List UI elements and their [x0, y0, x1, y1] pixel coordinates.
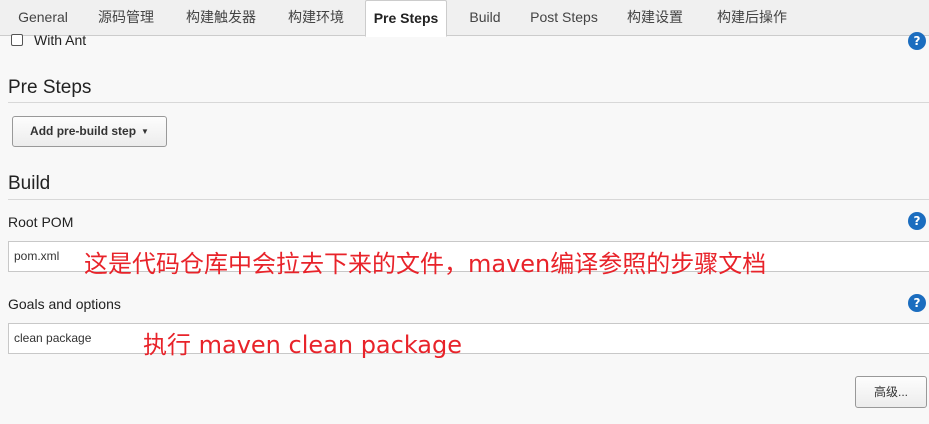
- root-pom-help-icon[interactable]: ?: [908, 212, 926, 230]
- tab-build-triggers[interactable]: 构建触发器: [172, 0, 270, 36]
- tab-pre-steps[interactable]: Pre Steps: [365, 0, 447, 37]
- advanced-button[interactable]: 高级...: [855, 376, 927, 408]
- tab-post-steps[interactable]: Post Steps: [522, 0, 606, 36]
- build-divider: [8, 199, 929, 200]
- pre-steps-heading: Pre Steps: [8, 77, 92, 98]
- add-pre-build-step-label: Add pre-build step: [30, 124, 137, 138]
- pre-steps-divider: [8, 102, 929, 103]
- build-heading: Build: [8, 173, 51, 194]
- goals-options-annotation: 执行 maven clean package: [143, 331, 463, 359]
- with-ant-label: With Ant: [34, 32, 87, 48]
- goals-options-help-icon[interactable]: ?: [908, 294, 926, 312]
- root-pom-annotation: 这是代码仓库中会拉去下来的文件，maven编译参照的步骤文档: [84, 250, 767, 278]
- with-ant-checkbox[interactable]: [11, 34, 23, 46]
- tab-post-build-actions[interactable]: 构建后操作: [703, 0, 801, 36]
- tab-general[interactable]: General: [4, 0, 82, 36]
- tab-build-settings[interactable]: 构建设置: [612, 0, 698, 36]
- goals-options-label: Goals and options: [8, 296, 121, 312]
- tab-bar: General 源码管理 构建触发器 构建环境 Pre Steps Build …: [0, 0, 929, 37]
- tab-build[interactable]: Build: [454, 0, 516, 36]
- tab-source-code-management[interactable]: 源码管理: [84, 0, 168, 36]
- tab-build-environment[interactable]: 构建环境: [274, 0, 358, 36]
- with-ant-help-icon[interactable]: ?: [908, 32, 926, 50]
- caret-down-icon: ▼: [141, 127, 149, 136]
- add-pre-build-step-button[interactable]: Add pre-build step ▼: [12, 116, 167, 147]
- root-pom-label: Root POM: [8, 214, 74, 230]
